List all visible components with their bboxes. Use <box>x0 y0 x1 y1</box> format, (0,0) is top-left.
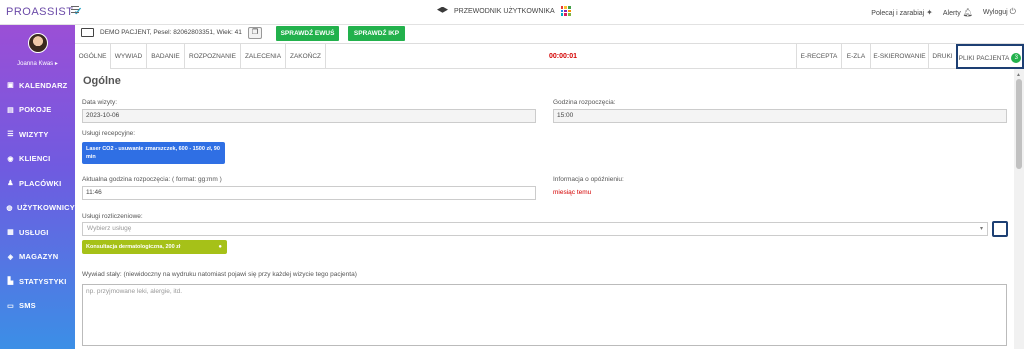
main-content: Ogólne Data wizyty: 2023-10-06 Godzina r… <box>75 69 1014 349</box>
user-profile[interactable]: Joanna Kwas ▸ <box>0 29 75 73</box>
reception-services-label: Usługi recepcyjne: <box>82 130 136 137</box>
clients-icon: ◉ <box>7 155 14 163</box>
tab-badanie[interactable]: BADANIE <box>147 44 185 69</box>
power-icon: ⏻ <box>1009 7 1016 16</box>
chevron-down-icon: ▾ <box>979 226 983 232</box>
tab-druki[interactable]: DRUKI <box>928 44 956 69</box>
handshake-icon: ✦ <box>926 7 933 17</box>
sidebar-item-klienci[interactable]: ◉ KLIENCI <box>0 147 75 172</box>
tab-zalecenia[interactable]: ZALECENIA <box>241 44 286 69</box>
polecaj-link[interactable]: Polecaj i zarabiaj ✦ <box>871 8 933 17</box>
calendar-picker-icon[interactable] <box>992 221 1008 237</box>
check-ewus-button[interactable]: SPRAWDŹ EWUŚ <box>276 26 339 41</box>
colorful-grid-icon <box>560 6 571 16</box>
visit-date-field[interactable]: 2023-10-06 <box>82 109 536 123</box>
patient-info: DEMO PACJENT, Pesel: 82062803351, Wiek: … <box>100 29 242 36</box>
sidebar-item-kalendarz[interactable]: ▣ KALENDARZ <box>0 73 75 98</box>
visit-timer: 00:00:01 <box>549 53 578 60</box>
current-start-time-input[interactable]: 11:46 <box>82 186 536 200</box>
grid-icon: ▦ <box>7 229 14 237</box>
visit-tabs: OGÓLNE WYWIAD BADANIE ROZPOZNANIE ZALECE… <box>75 43 1024 69</box>
user-guide-link[interactable]: PRZEWODNIK UŻYTKOWNIKA <box>437 6 571 16</box>
id-card-icon[interactable] <box>81 28 94 37</box>
patient-bar: DEMO PACJENT, Pesel: 82062803351, Wiek: … <box>75 25 1024 42</box>
reception-service-tag: Laser CO2 - usuwanie zmarszczek, 600 - 1… <box>82 142 225 164</box>
sidebar-item-pokoje[interactable]: ▤ POKOJE <box>0 98 75 123</box>
permanent-interview-label: Wywiad stały: (niewidoczny na wydruku na… <box>82 271 357 278</box>
calendar-icon: ▣ <box>7 82 14 90</box>
sidebar-item-uslugi[interactable]: ▦ USŁUGI <box>0 220 75 245</box>
start-time-label: Godzina rozpoczęcia: <box>553 99 616 106</box>
check-ikp-button[interactable]: SPRAWDŹ IKP <box>348 26 405 41</box>
message-icon: ▭ <box>7 302 14 310</box>
visit-date-label: Data wizyty: <box>82 99 118 106</box>
sidebar: Joanna Kwas ▸ ▣ KALENDARZ ▤ POKOJE ☰ WIZYTY… <box>0 25 75 349</box>
copy-icon[interactable]: ❐ <box>248 27 262 39</box>
tab-e-skierowanie[interactable]: E-SKIEROWANIE <box>870 44 928 69</box>
list-icon: ☰ <box>7 131 14 139</box>
user-guide-label: PRZEWODNIK UŻYTKOWNIKA <box>454 7 555 15</box>
avatar <box>28 33 48 53</box>
tab-wywiad[interactable]: WYWIAD <box>111 44 147 69</box>
scroll-up-icon[interactable]: ▲ <box>1016 72 1021 78</box>
logout-link[interactable]: Wyloguj ⏻ <box>983 7 1016 17</box>
permanent-interview-textarea[interactable]: np. przyjmowane leki, alergie, itd. <box>82 284 1007 346</box>
alerts-link[interactable]: Alerty 🔔︎ <box>943 8 973 17</box>
tab-rozpoznanie[interactable]: ROZPOZNANIE <box>185 44 241 69</box>
tab-e-zla[interactable]: E-ZLA <box>841 44 870 69</box>
user-name: Joanna Kwas ▸ <box>17 61 58 67</box>
bell-icon: 🔔︎ <box>962 7 973 17</box>
bar-chart-icon: ▙ <box>7 278 14 286</box>
sidebar-item-sms[interactable]: ▭ SMS <box>0 294 75 319</box>
box-icon: ◈ <box>7 253 14 261</box>
graduation-cap-icon <box>437 6 448 13</box>
menu-toggle-icon[interactable] <box>71 6 79 14</box>
start-time-field[interactable]: 15:00 <box>553 109 1007 123</box>
sidebar-item-wizyty[interactable]: ☰ WIZYTY <box>0 122 75 147</box>
scrollbar-thumb[interactable] <box>1016 79 1022 169</box>
sidebar-item-statystyki[interactable]: ▙ STATYSTYKI <box>0 269 75 294</box>
files-count-badge: 3 <box>1011 53 1022 64</box>
user-icon: ◍ <box>6 204 13 212</box>
top-bar: PROASSIST✓ PRZEWODNIK UŻYTKOWNIKA Poleca… <box>0 0 1024 25</box>
sidebar-menu: ▣ KALENDARZ ▤ POKOJE ☰ WIZYTY ◉ KLIENCI ♟ PLA… <box>0 73 75 318</box>
tab-zakoncz[interactable]: ZAKOŃCZ <box>286 44 326 69</box>
billing-service-tag: Konsultacja dermatologiczna, 200 zł ● <box>82 240 227 254</box>
sidebar-item-placowki[interactable]: ♟ PLACÓWKI <box>0 171 75 196</box>
delay-info-label: Informacja o opóźnieniu: <box>553 176 624 183</box>
tab-pliki-pacjenta[interactable]: PLIKI PACJENTA 3 <box>956 44 1024 69</box>
tab-e-recepta[interactable]: E-RECEPTA <box>796 44 841 69</box>
branches-icon: ♟ <box>7 180 14 188</box>
current-start-time-label: Aktualna godzina rozpoczęcia: ( format: … <box>82 176 222 183</box>
sidebar-item-magazyn[interactable]: ◈ MAGAZYN <box>0 245 75 270</box>
page-title: Ogólne <box>83 75 121 87</box>
rooms-icon: ▤ <box>7 106 14 114</box>
scrollbar[interactable]: ▲ <box>1014 69 1024 349</box>
delay-info-value: miesiąc temu <box>553 189 592 196</box>
top-right-actions: Polecaj i zarabiaj ✦ Alerty 🔔︎ Wyloguj ⏻ <box>871 7 1016 17</box>
info-icon[interactable]: ● <box>218 240 222 254</box>
billing-services-label: Usługi rozliczeniowe: <box>82 213 143 220</box>
billing-service-select[interactable]: Wybierz usługę ▾ <box>82 222 988 236</box>
tab-ogolne[interactable]: OGÓLNE <box>75 44 111 69</box>
sidebar-item-uzytkownicy[interactable]: ◍ UŻYTKOWNICY <box>0 196 75 221</box>
